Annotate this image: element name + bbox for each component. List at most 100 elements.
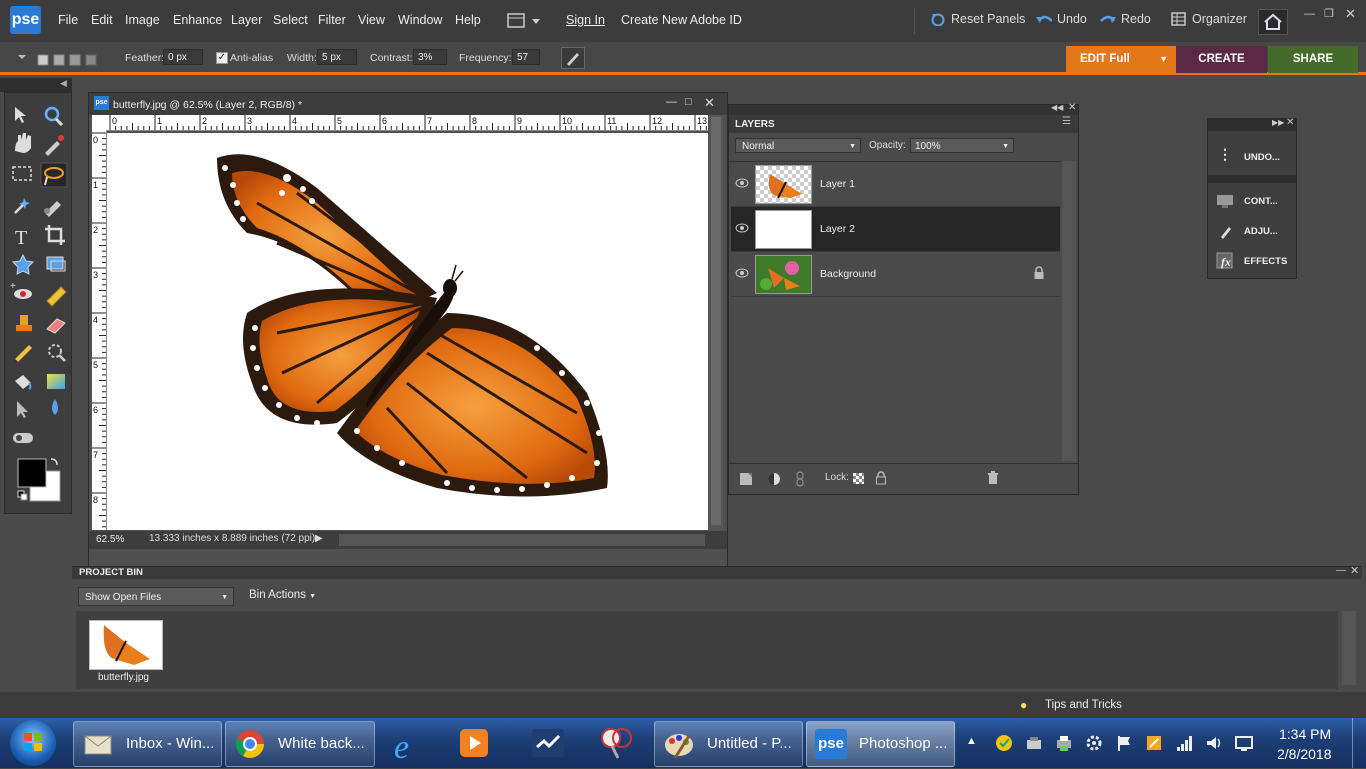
smart-brush-tool-icon[interactable] xyxy=(48,344,66,362)
taskbar-chrome[interactable]: White back... xyxy=(225,721,375,767)
menu-file[interactable]: File xyxy=(58,13,78,27)
layer-row-layer-1[interactable]: Layer 1 xyxy=(731,162,1060,207)
stylus-pressure-button[interactable] xyxy=(561,47,585,69)
swap-colors-icon[interactable] xyxy=(50,458,58,466)
zoom-tool-icon[interactable] xyxy=(44,106,64,127)
width-field[interactable]: 5 px xyxy=(317,49,357,65)
anti-alias-checkbox[interactable]: ✓ xyxy=(216,52,228,64)
taskbar-photoshop[interactable]: pse Photoshop ... xyxy=(806,721,955,767)
settings-tray-icon[interactable] xyxy=(1085,734,1103,752)
type-tool-icon[interactable]: T xyxy=(15,227,27,249)
healing-brush-tool-icon[interactable] xyxy=(46,286,67,307)
content-panel-button[interactable]: CONT... xyxy=(1208,187,1296,215)
menu-view[interactable]: View xyxy=(358,13,385,27)
menu-help[interactable]: Help xyxy=(455,13,481,27)
visibility-eye-icon[interactable] xyxy=(735,178,749,188)
feather-field[interactable]: 0 px xyxy=(163,49,203,65)
doc-minimize-button[interactable]: — xyxy=(666,96,677,108)
straighten-tool-icon[interactable] xyxy=(13,433,33,443)
undo-history-panel-button[interactable]: ⋮ UNDO... xyxy=(1208,143,1296,171)
edit-full-tab[interactable]: EDIT Full ▼ xyxy=(1066,46,1176,73)
close-dock-icon[interactable]: ✕ xyxy=(1286,117,1294,128)
pencil-tool-icon[interactable] xyxy=(14,345,32,363)
bin-close-icon[interactable]: ✕ xyxy=(1350,564,1359,577)
layer-row-layer-2[interactable]: Layer 2 xyxy=(731,207,1060,252)
new-layer-icon[interactable] xyxy=(739,472,753,486)
clock-time[interactable]: 1:34 PM xyxy=(1279,726,1331,742)
magic-wand-tool-icon[interactable] xyxy=(14,198,30,214)
display-tray-icon[interactable] xyxy=(1235,734,1253,752)
link-layers-icon[interactable] xyxy=(795,471,805,487)
bin-actions-menu[interactable]: Bin Actions ▼ xyxy=(249,589,316,601)
create-tab[interactable]: CREATE xyxy=(1176,46,1267,73)
expand-panel-icon[interactable]: ▶▶ xyxy=(1272,118,1284,127)
hand-tool-icon[interactable] xyxy=(15,133,31,153)
gradient-tool-icon[interactable] xyxy=(47,374,65,389)
shape-select-tool-icon[interactable] xyxy=(17,401,28,418)
undo-button[interactable]: Undo xyxy=(1036,12,1087,26)
effects-panel-button[interactable]: fx EFFECTS xyxy=(1208,247,1296,275)
clone-stamp-tool-icon[interactable] xyxy=(16,315,32,331)
status-menu-arrow-icon[interactable]: ▶ xyxy=(315,533,323,544)
foreground-color-swatch[interactable] xyxy=(17,458,47,488)
taskbar-paint[interactable]: Untitled - P... xyxy=(654,721,803,767)
selection-brush-tool-icon[interactable] xyxy=(44,201,61,217)
show-files-select[interactable]: Show Open Files ▼ xyxy=(78,587,234,606)
eraser-tool-icon[interactable] xyxy=(46,318,66,334)
network-tray-icon[interactable] xyxy=(1025,734,1043,752)
bin-scrollbar[interactable] xyxy=(1342,611,1356,685)
adjustment-layer-icon[interactable] xyxy=(767,472,781,486)
menu-image[interactable]: Image xyxy=(125,13,160,27)
media-player-icon[interactable] xyxy=(458,727,490,759)
bin-file-thumbnail[interactable] xyxy=(89,620,163,670)
trash-icon[interactable] xyxy=(987,471,999,485)
restore-button[interactable]: ❐ xyxy=(1324,7,1334,20)
doc-close-button[interactable]: ✕ xyxy=(704,95,715,111)
lock-transparency-button[interactable] xyxy=(853,473,864,484)
contrast-field[interactable]: 3% xyxy=(413,49,447,65)
horizontal-scrollbar[interactable] xyxy=(339,534,705,546)
tips-and-tricks-link[interactable]: Tips and Tricks xyxy=(1045,699,1122,711)
vertical-scrollbar[interactable] xyxy=(709,115,723,531)
notes-tray-icon[interactable] xyxy=(1145,734,1163,752)
doc-maximize-button[interactable]: □ xyxy=(685,96,692,108)
minimize-button[interactable]: — xyxy=(1304,8,1315,20)
start-button[interactable] xyxy=(10,720,56,766)
organizer-button[interactable]: Organizer xyxy=(1171,12,1247,26)
checkmark-app-icon[interactable] xyxy=(530,727,566,759)
close-panel-icon[interactable]: ✕ xyxy=(1068,102,1076,113)
cookie-cutter-tool-icon[interactable] xyxy=(11,253,35,275)
selection-mode-icons[interactable] xyxy=(16,52,106,68)
menu-layer[interactable]: Layer xyxy=(231,13,262,27)
marquee-tool-icon[interactable] xyxy=(12,166,32,181)
redo-button[interactable]: Redo xyxy=(1100,12,1151,26)
reset-panels-button[interactable]: Reset Panels xyxy=(930,12,1025,26)
menu-filter[interactable]: Filter xyxy=(318,13,346,27)
opacity-field[interactable]: 100% ▼ xyxy=(910,138,1014,153)
layers-tab[interactable]: LAYERS xyxy=(735,119,775,130)
workspace-layout-button[interactable] xyxy=(506,12,542,30)
visibility-eye-icon[interactable] xyxy=(735,268,749,278)
sign-in-link[interactable]: Sign In xyxy=(566,13,605,27)
internet-explorer-icon[interactable]: e xyxy=(390,726,426,762)
taskbar-mail[interactable]: Inbox - Win... xyxy=(73,721,222,767)
layer-row-background[interactable]: Background xyxy=(731,252,1060,297)
wifi-tray-icon[interactable] xyxy=(1175,734,1193,752)
visibility-eye-icon[interactable] xyxy=(735,223,749,233)
recompose-tool-icon[interactable] xyxy=(46,256,66,272)
frequency-field[interactable]: 57 xyxy=(512,49,540,65)
norton-icon[interactable] xyxy=(995,734,1013,752)
action-center-flag-icon[interactable] xyxy=(1115,734,1133,752)
vertical-scroll-thumb[interactable] xyxy=(711,117,721,525)
default-colors-icon[interactable] xyxy=(17,490,28,501)
clock-date[interactable]: 2/8/2018 xyxy=(1277,746,1332,762)
red-eye-tool-icon[interactable]: + xyxy=(10,281,32,299)
zoom-level[interactable]: 62.5% xyxy=(96,534,124,545)
collapse-panel-icon[interactable]: ◀◀ xyxy=(1051,103,1063,112)
close-button[interactable]: ✕ xyxy=(1345,6,1356,22)
share-tab[interactable]: SHARE xyxy=(1268,46,1358,73)
printer-tray-icon[interactable] xyxy=(1055,734,1073,752)
bin-minimize-icon[interactable]: — xyxy=(1336,565,1346,576)
show-desktop-button[interactable] xyxy=(1352,718,1366,768)
image-canvas[interactable] xyxy=(107,133,708,530)
